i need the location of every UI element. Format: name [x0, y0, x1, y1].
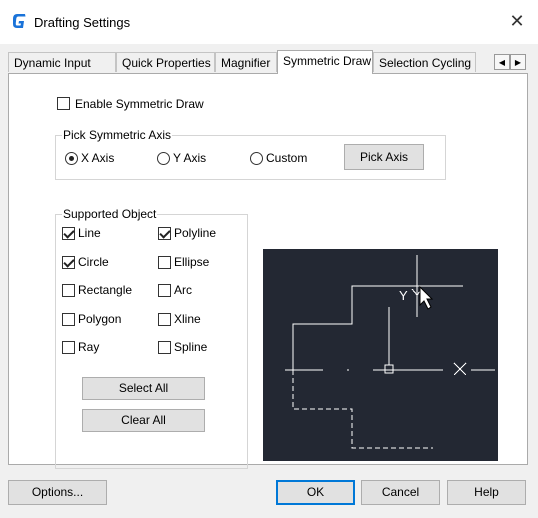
line-label: Line: [78, 226, 101, 240]
mouse-cursor-icon: [419, 285, 434, 310]
preview-polyline: [292, 285, 382, 370]
pick-axis-group: Pick Symmetric Axis X Axis Y Axis Custom…: [55, 128, 446, 180]
ok-button[interactable]: OK: [276, 480, 355, 505]
custom-axis-radio[interactable]: [250, 152, 263, 165]
preview-y-label: Y: [399, 288, 408, 303]
preview-mirrored-polyline: [292, 370, 433, 449]
pick-axis-title: Pick Symmetric Axis: [62, 128, 173, 142]
ellipse-label: Ellipse: [174, 255, 210, 269]
app-logo-icon: [13, 14, 26, 28]
select-all-button[interactable]: Select All: [82, 377, 205, 400]
clear-all-button[interactable]: Clear All: [82, 409, 205, 432]
arc-label: Arc: [174, 283, 192, 297]
close-icon: ✕: [509, 11, 525, 31]
tab-symmetric-draw[interactable]: Symmetric Draw: [277, 50, 373, 74]
polyline-label: Polyline: [174, 226, 217, 240]
options-button[interactable]: Options...: [8, 480, 107, 505]
x-axis-label: X Axis: [81, 151, 115, 165]
pick-axis-button[interactable]: Pick Axis: [344, 144, 424, 170]
y-axis-radio[interactable]: [157, 152, 170, 165]
tab-scroll-left-icon[interactable]: ◀: [494, 54, 510, 70]
arc-checkbox[interactable]: [158, 284, 171, 297]
tab-dynamic-input[interactable]: Dynamic Input: [8, 52, 116, 72]
symmetric-draw-panel: Enable Symmetric Draw Pick Symmetric Axi…: [8, 73, 528, 469]
ellipse-checkbox[interactable]: [158, 256, 171, 269]
custom-axis-label: Custom: [266, 151, 308, 165]
xline-label: Xline: [174, 312, 201, 326]
window-title: Drafting Settings: [34, 15, 131, 30]
tab-scroll-right-icon[interactable]: ▶: [510, 54, 526, 70]
tab-selection-cycling[interactable]: Selection Cycling: [373, 52, 476, 72]
polygon-checkbox[interactable]: [62, 313, 75, 326]
ray-label: Ray: [78, 340, 100, 354]
rectangle-label: Rectangle: [78, 283, 133, 297]
circle-label: Circle: [78, 255, 109, 269]
ray-checkbox[interactable]: [62, 341, 75, 354]
rectangle-checkbox[interactable]: [62, 284, 75, 297]
preview-drawing: Y: [285, 255, 495, 449]
circle-checkbox[interactable]: [62, 256, 75, 269]
tab-magnifier[interactable]: Magnifier: [215, 52, 277, 72]
dialog-body: Dynamic Input Quick Properties Magnifier…: [0, 44, 538, 518]
x-axis-radio[interactable]: [65, 152, 78, 165]
close-button[interactable]: ✕: [506, 10, 528, 32]
polygon-label: Polygon: [78, 312, 122, 326]
title-bar: Drafting Settings ✕: [0, 0, 538, 44]
line-checkbox[interactable]: [62, 227, 75, 240]
spline-checkbox[interactable]: [158, 341, 171, 354]
ucs-origin-marker: [384, 364, 394, 374]
y-axis-label: Y Axis: [173, 151, 207, 165]
supported-object-group: Supported Object Line Polyline Circle El…: [55, 207, 248, 469]
polyline-checkbox[interactable]: [158, 227, 171, 240]
enable-symmetric-label: Enable Symmetric Draw: [75, 97, 204, 111]
tab-quick-properties[interactable]: Quick Properties: [116, 52, 215, 72]
supported-object-title: Supported Object: [62, 207, 158, 221]
symmetric-preview: Y: [263, 249, 498, 461]
enable-symmetric-checkbox[interactable]: [57, 97, 70, 110]
cancel-button[interactable]: Cancel: [361, 480, 440, 505]
help-button[interactable]: Help: [447, 480, 526, 505]
spline-label: Spline: [174, 340, 208, 354]
xline-checkbox[interactable]: [158, 313, 171, 326]
